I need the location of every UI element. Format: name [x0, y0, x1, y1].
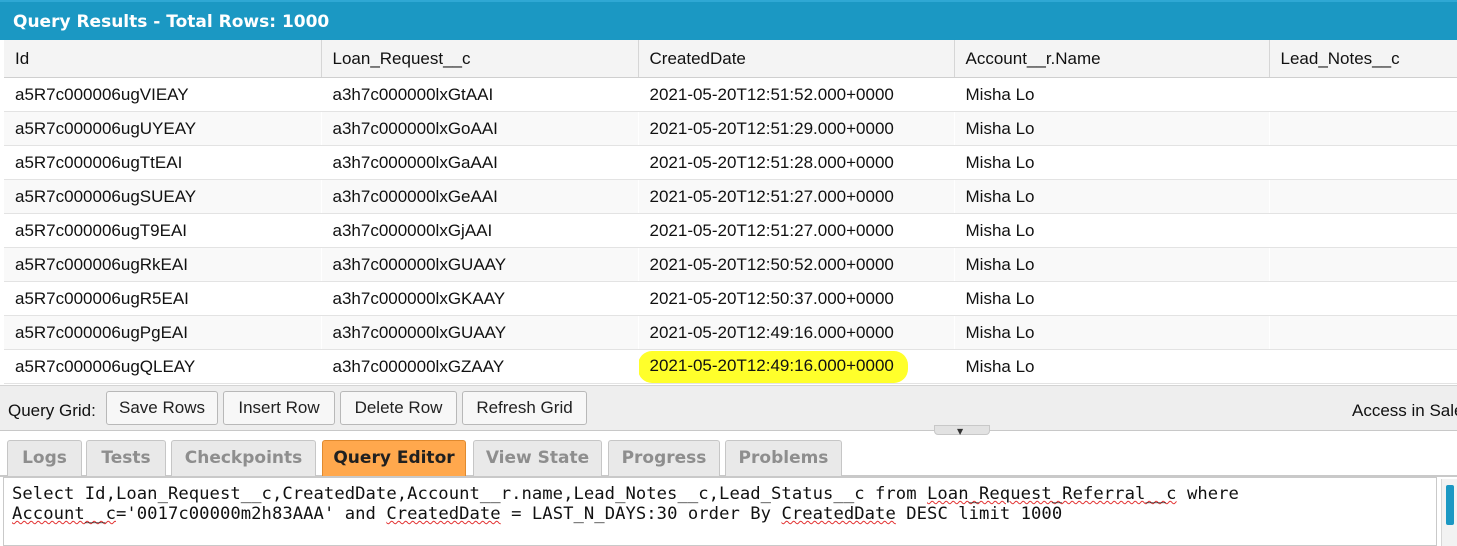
cell-loan-request[interactable]: a3h7c000000lxGKAAY [321, 281, 638, 316]
delete-row-button[interactable]: Delete Row [340, 391, 457, 425]
table-row[interactable]: a5R7c000006ugPgEAI a3h7c000000lxGUAAY 20… [4, 315, 1457, 350]
results-title: Query Results - Total Rows: 1000 [13, 12, 330, 32]
cell-lead-notes[interactable] [1269, 179, 1457, 214]
cell-account-name[interactable]: Misha Lo [954, 349, 1269, 384]
refresh-grid-button[interactable]: Refresh Grid [462, 391, 587, 425]
cell-loan-request[interactable]: a3h7c000000lxGoAAI [321, 111, 638, 146]
column-header-created-date[interactable]: CreatedDate [638, 40, 955, 78]
cell-account-name[interactable]: Misha Lo [954, 247, 1269, 282]
insert-row-button[interactable]: Insert Row [223, 391, 335, 425]
editor-scrollbar[interactable] [1441, 479, 1457, 546]
query-editor-textarea[interactable]: Select Id,Loan_Request__c,CreatedDate,Ac… [3, 477, 1437, 546]
query-orderby-field: CreatedDate [781, 504, 896, 524]
cell-lead-notes[interactable] [1269, 77, 1457, 112]
highlighted-created-date: 2021-05-20T12:49:16.000+0000 [638, 350, 908, 383]
cell-created-date[interactable]: 2021-05-20T12:51:27.000+0000 [638, 213, 954, 248]
scrollbar-thumb[interactable] [1446, 485, 1454, 525]
cell-lead-notes[interactable] [1269, 145, 1457, 180]
cell-id[interactable]: a5R7c000006ugUYEAY [4, 111, 321, 146]
cell-account-name[interactable]: Misha Lo [954, 77, 1269, 112]
chevron-down-icon: ▼ [957, 427, 964, 436]
query-line-2-part-b: ='0017c00000m2h83AAA' and [115, 504, 387, 524]
cell-created-date[interactable]: 2021-05-20T12:51:28.000+0000 [638, 145, 954, 180]
cell-id[interactable]: a5R7c000006ugQLEAY [4, 349, 321, 384]
panel-splitter-handle[interactable]: ▼ [934, 425, 990, 436]
table-row[interactable]: a5R7c000006ugR5EAI a3h7c000000lxGKAAY 20… [4, 281, 1457, 316]
tab-logs[interactable]: Logs [7, 440, 82, 476]
cell-loan-request[interactable]: a3h7c000000lxGjAAI [321, 213, 638, 248]
tab-query-editor[interactable]: Query Editor [322, 440, 466, 476]
cell-account-name[interactable]: Misha Lo [954, 213, 1269, 248]
cell-lead-notes[interactable] [1269, 213, 1457, 248]
query-line-1-part-a: Select Id,Loan_Request__c,CreatedDate,Ac… [12, 484, 928, 504]
cell-account-name[interactable]: Misha Lo [954, 111, 1269, 146]
cell-lead-notes[interactable] [1269, 349, 1457, 384]
cell-account-name[interactable]: Misha Lo [954, 281, 1269, 316]
access-in-salesforce-link[interactable]: Access in Sale [1352, 401, 1457, 421]
tab-problems[interactable]: Problems [725, 440, 842, 476]
table-row[interactable]: a5R7c000006ugT9EAI a3h7c000000lxGjAAI 20… [4, 213, 1457, 248]
cell-id[interactable]: a5R7c000006ugR5EAI [4, 281, 321, 316]
cell-lead-notes[interactable] [1269, 315, 1457, 350]
cell-lead-notes[interactable] [1269, 111, 1457, 146]
cell-loan-request[interactable]: a3h7c000000lxGUAAY [321, 315, 638, 350]
tab-progress[interactable]: Progress [608, 440, 720, 476]
cell-account-name[interactable]: Misha Lo [954, 179, 1269, 214]
table-row[interactable]: a5R7c000006ugTtEAI a3h7c000000lxGaAAI 20… [4, 145, 1457, 180]
query-grid-label: Query Grid: [8, 401, 96, 420]
query-object-name: Loan_Request_Referral__c [927, 484, 1177, 504]
cell-id[interactable]: a5R7c000006ugVIEAY [4, 77, 321, 112]
cell-created-date[interactable]: 2021-05-20T12:51:27.000+0000 [638, 179, 954, 214]
cell-created-date[interactable]: 2021-05-20T12:51:29.000+0000 [638, 111, 954, 146]
cell-created-date[interactable]: 2021-05-20T12:51:52.000+0000 [638, 77, 954, 112]
column-header-id[interactable]: Id [4, 40, 322, 78]
tab-tests[interactable]: Tests [86, 440, 166, 476]
grid-header-row: Id Loan_Request__c CreatedDate Account__… [4, 40, 1457, 78]
cell-lead-notes[interactable] [1269, 281, 1457, 316]
tab-view-state[interactable]: View State [473, 440, 602, 476]
save-rows-button[interactable]: Save Rows [106, 391, 218, 425]
cell-account-name[interactable]: Misha Lo [954, 145, 1269, 180]
query-line-2-part-d: = LAST_N_DAYS:30 order By [500, 504, 782, 524]
cell-account-name[interactable]: Misha Lo [954, 315, 1269, 350]
cell-created-date[interactable]: 2021-05-20T12:50:52.000+0000 [638, 247, 954, 282]
cell-id[interactable]: a5R7c000006ugRkEAI [4, 247, 321, 282]
cell-created-date[interactable]: 2021-05-20T12:49:16.000+0000 [638, 349, 954, 384]
results-grid[interactable]: Id Loan_Request__c CreatedDate Account__… [4, 40, 1457, 384]
query-line-1-part-c: where [1176, 484, 1239, 504]
query-account-field: Account__c [12, 504, 116, 524]
table-row[interactable]: a5R7c000006ugRkEAI a3h7c000000lxGUAAY 20… [4, 247, 1457, 282]
query-grid-toolbar: Query Grid: Save Rows Insert Row Delete … [0, 385, 1457, 431]
column-header-account-name[interactable]: Account__r.Name [954, 40, 1270, 78]
cell-loan-request[interactable]: a3h7c000000lxGtAAI [321, 77, 638, 112]
query-line-2-part-f: DESC limit 1000 [895, 504, 1063, 524]
table-row[interactable]: a5R7c000006ugSUEAY a3h7c000000lxGeAAI 20… [4, 179, 1457, 214]
column-header-lead-notes[interactable]: Lead_Notes__c [1269, 40, 1457, 78]
cell-id[interactable]: a5R7c000006ugSUEAY [4, 179, 321, 214]
tab-checkpoints[interactable]: Checkpoints [171, 440, 316, 476]
cell-created-date[interactable]: 2021-05-20T12:50:37.000+0000 [638, 281, 954, 316]
cell-loan-request[interactable]: a3h7c000000lxGaAAI [321, 145, 638, 180]
table-row[interactable]: a5R7c000006ugVIEAY a3h7c000000lxGtAAI 20… [4, 77, 1457, 112]
cell-created-date[interactable]: 2021-05-20T12:49:16.000+0000 [638, 315, 954, 350]
cell-lead-notes[interactable] [1269, 247, 1457, 282]
cell-loan-request[interactable]: a3h7c000000lxGeAAI [321, 179, 638, 214]
table-row[interactable]: a5R7c000006ugQLEAY a3h7c000000lxGZAAY 20… [4, 349, 1457, 384]
table-row[interactable]: a5R7c000006ugUYEAY a3h7c000000lxGoAAI 20… [4, 111, 1457, 146]
column-header-loan-request[interactable]: Loan_Request__c [321, 40, 639, 78]
cell-id[interactable]: a5R7c000006ugTtEAI [4, 145, 321, 180]
cell-id[interactable]: a5R7c000006ugT9EAI [4, 213, 321, 248]
query-createddate-field: CreatedDate [386, 504, 501, 524]
panel-tabs: Logs Tests Checkpoints Query Editor View… [0, 436, 1457, 477]
results-header: Query Results - Total Rows: 1000 [0, 0, 1457, 40]
cell-loan-request[interactable]: a3h7c000000lxGUAAY [321, 247, 638, 282]
query-text: Select Id,Loan_Request__c,CreatedDate,Ac… [12, 484, 1432, 524]
cell-loan-request[interactable]: a3h7c000000lxGZAAY [321, 349, 638, 384]
cell-id[interactable]: a5R7c000006ugPgEAI [4, 315, 321, 350]
